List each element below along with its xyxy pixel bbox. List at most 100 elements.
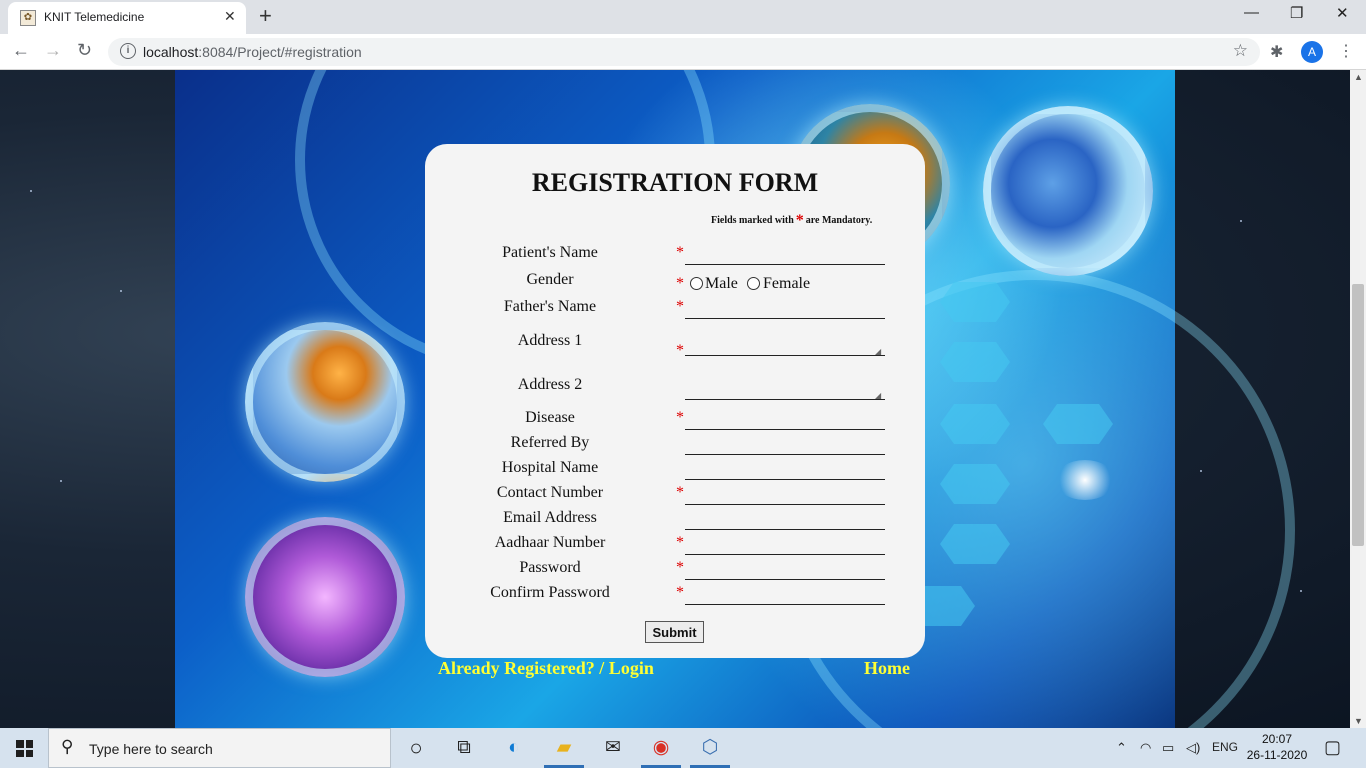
label-confirm-password: Confirm Password <box>490 584 610 601</box>
required-star: * <box>676 534 684 551</box>
close-window-icon[interactable]: ✕ <box>1336 4 1349 22</box>
info-icon[interactable]: i <box>120 43 136 59</box>
chrome-icon[interactable]: ◉ <box>637 728 685 768</box>
gender-male-label[interactable]: Male <box>705 275 738 293</box>
notification-icon[interactable]: ▢ <box>1324 737 1341 758</box>
app-cube-icon[interactable]: ⬡ <box>686 728 734 768</box>
file-explorer-icon[interactable]: ▰ <box>540 728 588 768</box>
label-father-name: Father's Name <box>503 298 597 315</box>
battery-icon[interactable]: ▭ <box>1162 740 1174 756</box>
required-star: * <box>676 559 684 576</box>
avatar[interactable]: A <box>1301 41 1323 63</box>
star-dot <box>1300 590 1302 592</box>
scrollbar-thumb[interactable] <box>1352 284 1364 546</box>
aadhaar-number-input[interactable] <box>685 534 885 555</box>
chevron-up-icon[interactable]: ⌃ <box>1116 740 1127 756</box>
required-star: * <box>676 484 684 501</box>
row-referred-by: Referred By <box>425 434 925 456</box>
home-link[interactable]: Home <box>864 658 910 679</box>
referred-by-input[interactable] <box>685 434 885 455</box>
menu-icon[interactable]: ⋮ <box>1338 41 1354 61</box>
confirm-password-input[interactable] <box>685 584 885 605</box>
row-address-2: Address 2 ◢ <box>425 376 925 400</box>
label-address-1: Address 1 <box>517 332 583 349</box>
reload-icon[interactable]: ↻ <box>77 40 92 61</box>
mail-icon[interactable]: ✉ <box>589 728 637 768</box>
taskbar-search-box[interactable]: ⚲ Type here to search <box>48 728 391 768</box>
hexagon-decoration <box>940 524 1010 564</box>
light-flare <box>1055 460 1115 500</box>
row-email-address: Email Address <box>425 509 925 531</box>
row-gender: Gender * Male Female <box>425 271 925 294</box>
restore-icon[interactable]: ❐ <box>1290 4 1303 22</box>
pills-orb-image <box>245 322 405 482</box>
hexagon-decoration <box>940 404 1010 444</box>
browser-tab-strip: ✿ KNIT Telemedicine ✕ + — ❐ ✕ <box>0 0 1366 34</box>
contact-number-input[interactable] <box>685 484 885 505</box>
row-hospital-name: Hospital Name <box>425 459 925 481</box>
required-star: * <box>676 584 684 601</box>
gender-female-radio[interactable] <box>747 277 760 290</box>
father-name-input[interactable] <box>685 298 885 319</box>
star-dot <box>30 190 32 192</box>
scroll-down-icon[interactable]: ▼ <box>1354 716 1363 726</box>
url-path: :8084/Project/#registration <box>198 44 362 60</box>
windows-taskbar: ⚲ Type here to search ○ ⧉ ◐ ▰ ✉ ◉ ⬡ ⌃ ◠ … <box>0 728 1366 768</box>
login-link[interactable]: Already Registered? / Login <box>438 658 654 679</box>
puzzle-icon[interactable]: ✱ <box>1270 42 1283 62</box>
language-indicator[interactable]: ENG <box>1212 740 1238 754</box>
minimize-icon[interactable]: — <box>1244 4 1259 21</box>
new-tab-icon[interactable]: + <box>259 3 272 29</box>
row-password: Password * <box>425 559 925 581</box>
address-bar[interactable]: i localhost:8084/Project/#registration ☆ <box>108 38 1260 66</box>
url-host: localhost <box>143 44 199 60</box>
taskbar-clock[interactable]: 20:07 26-11-2020 <box>1244 731 1310 763</box>
hospital-name-input[interactable] <box>685 459 885 480</box>
browser-toolbar: ← → ↻ i localhost:8084/Project/#registra… <box>0 34 1366 70</box>
browser-tab-active[interactable]: ✿ KNIT Telemedicine ✕ <box>8 2 246 34</box>
resize-grip-icon[interactable]: ◢ <box>875 391 924 400</box>
hexagon-decoration <box>1043 404 1113 444</box>
volume-icon[interactable]: ◁) <box>1186 740 1200 756</box>
password-input[interactable] <box>685 559 885 580</box>
back-arrow-icon[interactable]: ← <box>12 40 30 61</box>
mandatory-note-prefix: Fields marked with <box>711 215 794 226</box>
clock-time: 20:07 <box>1261 732 1293 746</box>
gender-female-label[interactable]: Female <box>763 275 810 293</box>
mandatory-note-suffix: are Mandatory. <box>805 215 873 226</box>
label-address-2: Address 2 <box>517 376 583 393</box>
form-title: REGISTRATION FORM <box>531 168 819 197</box>
url-text: localhost:8084/Project/#registration <box>143 44 362 60</box>
row-confirm-password: Confirm Password * <box>425 584 925 606</box>
email-address-input[interactable] <box>685 509 885 530</box>
star-dot <box>60 480 62 482</box>
hexagon-decoration <box>940 342 1010 382</box>
windows-start-icon[interactable] <box>16 740 33 757</box>
disease-input[interactable] <box>685 409 885 430</box>
wifi-icon[interactable]: ◠ <box>1140 740 1151 756</box>
close-tab-icon[interactable]: ✕ <box>224 8 236 25</box>
forward-arrow-icon[interactable]: → <box>44 40 62 61</box>
cortana-icon[interactable]: ○ <box>392 728 440 768</box>
submit-button[interactable]: Submit <box>645 621 704 643</box>
gender-male-radio[interactable] <box>690 277 703 290</box>
label-patient-name: Patient's Name <box>502 244 598 261</box>
clock-date: 26-11-2020 <box>1246 748 1308 762</box>
address-1-textarea[interactable] <box>685 332 885 356</box>
label-disease: Disease <box>525 409 575 426</box>
resize-grip-icon[interactable]: ◢ <box>875 347 924 356</box>
row-aadhaar-number: Aadhaar Number * <box>425 534 925 556</box>
bookmark-star-icon[interactable]: ☆ <box>1233 41 1248 61</box>
cell-orb-image <box>983 106 1153 276</box>
page-scrollbar[interactable]: ▲ ▼ <box>1350 70 1366 728</box>
edge-icon[interactable]: ◐ <box>490 728 538 768</box>
address-2-textarea[interactable] <box>685 376 885 400</box>
patient-name-input[interactable] <box>685 244 885 265</box>
label-referred-by: Referred By <box>510 434 590 451</box>
scroll-up-icon[interactable]: ▲ <box>1354 72 1363 82</box>
star-dot <box>120 290 122 292</box>
label-aadhaar-number: Aadhaar Number <box>494 534 606 551</box>
task-view-icon[interactable]: ⧉ <box>440 728 488 768</box>
hexagon-decoration <box>940 464 1010 504</box>
label-hospital-name: Hospital Name <box>501 459 599 476</box>
